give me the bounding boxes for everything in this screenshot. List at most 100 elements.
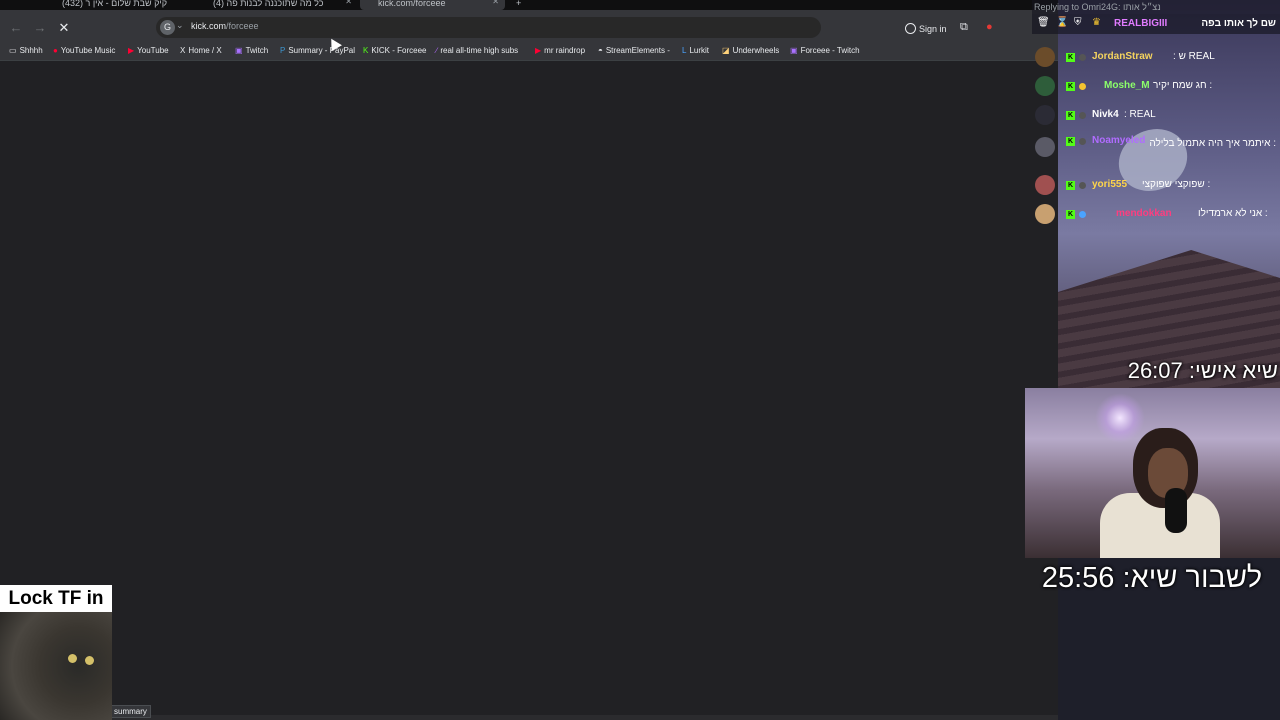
close-icon[interactable]: ✕ (345, 0, 352, 6)
bookmark-twitch[interactable]: ▣ Twitch (235, 46, 268, 55)
cat-eye (85, 656, 94, 665)
chat-message: K mendokkan : אני לא ארמדילו (1032, 204, 1280, 226)
tab-label: (432) קיק שבת שלום - אין ר (62, 0, 168, 8)
crown-icon: ♛ (1092, 17, 1101, 28)
bookmark-paypal[interactable]: P Summary - PayPal (280, 46, 355, 55)
folder-icon: ▭ (9, 46, 17, 55)
feather-icon: ∕ (436, 46, 438, 55)
personal-record-timer: שיא אישי: 26:07 (1127, 358, 1278, 383)
reply-banner: Replying to Omri24G: נצ״ל אותו (1032, 0, 1280, 14)
tab-label: kick.com/forceee (378, 0, 446, 8)
bookmark-mr-raindrop[interactable]: ▶ mr raindrop (535, 46, 585, 55)
lock-in-label: Lock TF in (0, 585, 112, 612)
sign-in-button[interactable]: Sign in (905, 23, 947, 34)
bookmark-youtube-music[interactable]: ● YouTube Music (53, 46, 115, 55)
tab-2[interactable]: (4) כל מה שתוכננה לבנות פה ✕ (213, 0, 358, 10)
chat-message: K yori555 : שפוקצי שפוקצי (1032, 175, 1280, 197)
avatar[interactable] (1035, 105, 1055, 125)
shield-icon[interactable]: ⛨ (1074, 17, 1082, 28)
tab-1[interactable]: (432) קיק שבת שלום - אין ר (62, 0, 207, 10)
kick-badge-icon: K (1066, 82, 1075, 91)
badge-icon (1079, 83, 1086, 90)
lamp-glow (1095, 393, 1145, 443)
kick-badge-icon: K (1066, 210, 1075, 219)
pinned-username[interactable]: REALBIGIII (1114, 18, 1167, 29)
status-tooltip: summary (110, 705, 151, 718)
streamelements-icon: ◓ (598, 46, 603, 55)
badge-icon (1079, 112, 1086, 119)
chat-message: K Nivk4 : REAL (1032, 105, 1280, 127)
avatar[interactable] (1035, 175, 1055, 195)
chat-text: : שפוקצי שפוקצי (1142, 179, 1211, 190)
stop-loading-icon[interactable]: ✕ (56, 20, 72, 36)
page-footer-strip (0, 715, 1058, 720)
badge-icon (1079, 182, 1086, 189)
chat-message: K Moshe_M : חג שמח יקיר (1032, 76, 1280, 98)
avatar[interactable] (1035, 137, 1055, 157)
bookmark-underwheels[interactable]: ◪ Underwheels (722, 46, 779, 55)
bookmark-streamelements[interactable]: ◓ StreamElements - (598, 46, 670, 55)
chat-text: : איתמר איך היה אתמול בלילה (1149, 138, 1276, 149)
close-icon[interactable]: ✕ (492, 0, 499, 6)
trash-icon[interactable]: 🗑 (1037, 17, 1050, 28)
back-arrow-icon[interactable]: ← (8, 20, 24, 36)
bookmark-home-x[interactable]: X Home / X (180, 46, 222, 55)
ublock-icon[interactable]: ● (986, 21, 993, 33)
forward-arrow-icon[interactable]: → (32, 20, 48, 36)
break-record-timer: לשבור שיא: 25:56 (1041, 562, 1263, 594)
avatar[interactable] (1035, 47, 1055, 67)
chat-text: : REAL (1124, 109, 1156, 120)
chat-username[interactable]: JordanStraw (1092, 51, 1153, 62)
profile-icon (905, 23, 916, 34)
twitch-icon: ▣ (235, 46, 243, 55)
pinned-message-text: שם לך אותו בפה (1201, 18, 1276, 29)
twitch-icon: ▣ (790, 46, 798, 55)
cat-camera (0, 612, 112, 720)
chat-username[interactable]: Nivk4 (1092, 109, 1119, 120)
cat-eye (68, 654, 77, 663)
youtube-icon: ▶ (535, 46, 542, 55)
bookmark-lurkit[interactable]: L Lurkit (682, 46, 709, 55)
bookmark-shhhh[interactable]: ▭ Shhhh (9, 46, 43, 55)
underwheels-icon: ◪ (722, 46, 730, 55)
page-content[interactable] (0, 61, 1058, 720)
x-icon: X (180, 46, 186, 55)
chat-username[interactable]: yori555 (1092, 179, 1127, 190)
chevron-down-icon[interactable]: ⌄ (176, 20, 184, 31)
address-bar[interactable]: G ⌄ kick.com/forceee (156, 17, 821, 38)
tab-active[interactable]: kick.com/forceee ✕ (360, 0, 505, 10)
browser-toolbar: ← → ✕ G ⌄ kick.com/forceee Sign in ⧉ ● (0, 10, 1058, 44)
extensions-icon[interactable]: ⧉ (960, 21, 968, 34)
bookmark-youtube[interactable]: ▶ YouTube (128, 46, 169, 55)
new-tab-button[interactable]: + (516, 0, 528, 10)
timeout-icon[interactable]: ⌛ (1056, 17, 1068, 28)
kick-badge-icon: K (1066, 111, 1075, 120)
bookmark-forceee-twitch[interactable]: ▣ Forceee - Twitch (790, 46, 860, 55)
lurkit-icon: L (682, 46, 687, 55)
youtube-icon: ▶ (128, 46, 135, 55)
streamer-webcam (1025, 388, 1280, 558)
kick-badge-icon: K (1066, 181, 1075, 190)
youtube-music-icon: ● (53, 46, 58, 55)
bookmark-kick[interactable]: K KICK - Forceee (363, 46, 426, 55)
chat-text: : ש REAL (1173, 51, 1215, 62)
paypal-icon: P (280, 46, 286, 55)
tab-strip: (432) קיק שבת שלום - אין ר (4) כל מה שתו… (0, 0, 1058, 10)
tab-label: (4) כל מה שתוכננה לבנות פה (213, 0, 324, 8)
bookmarks-bar: ▭ Shhhh ● YouTube Music ▶ YouTube X Home / X… (0, 44, 1058, 61)
avatar[interactable] (1035, 204, 1055, 224)
kick-badge-icon: K (1066, 53, 1075, 62)
pinned-message-bar: 🗑 ⌛ ⛨ ♛ REALBIGIII שם לך אותו בפה (1032, 14, 1280, 34)
chat-username[interactable]: Moshe_M (1104, 80, 1150, 91)
kick-icon: K (363, 46, 369, 55)
badge-icon (1079, 54, 1086, 61)
url-text: kick.com/forceee (191, 21, 259, 31)
microphone-icon (1165, 488, 1187, 533)
chat-message: K Noamyeled : איתמר איך היה אתמול בלילה (1032, 131, 1280, 169)
chat-username[interactable]: mendokkan (1116, 208, 1172, 219)
avatar[interactable] (1035, 76, 1055, 96)
site-info-icon[interactable]: G (160, 20, 175, 35)
bookmark-real-subs[interactable]: ∕ real all-time high subs (436, 46, 518, 55)
chat-text: : אני לא ארמדילו (1198, 208, 1268, 219)
chat-text: : חג שמח יקיר (1153, 80, 1213, 91)
